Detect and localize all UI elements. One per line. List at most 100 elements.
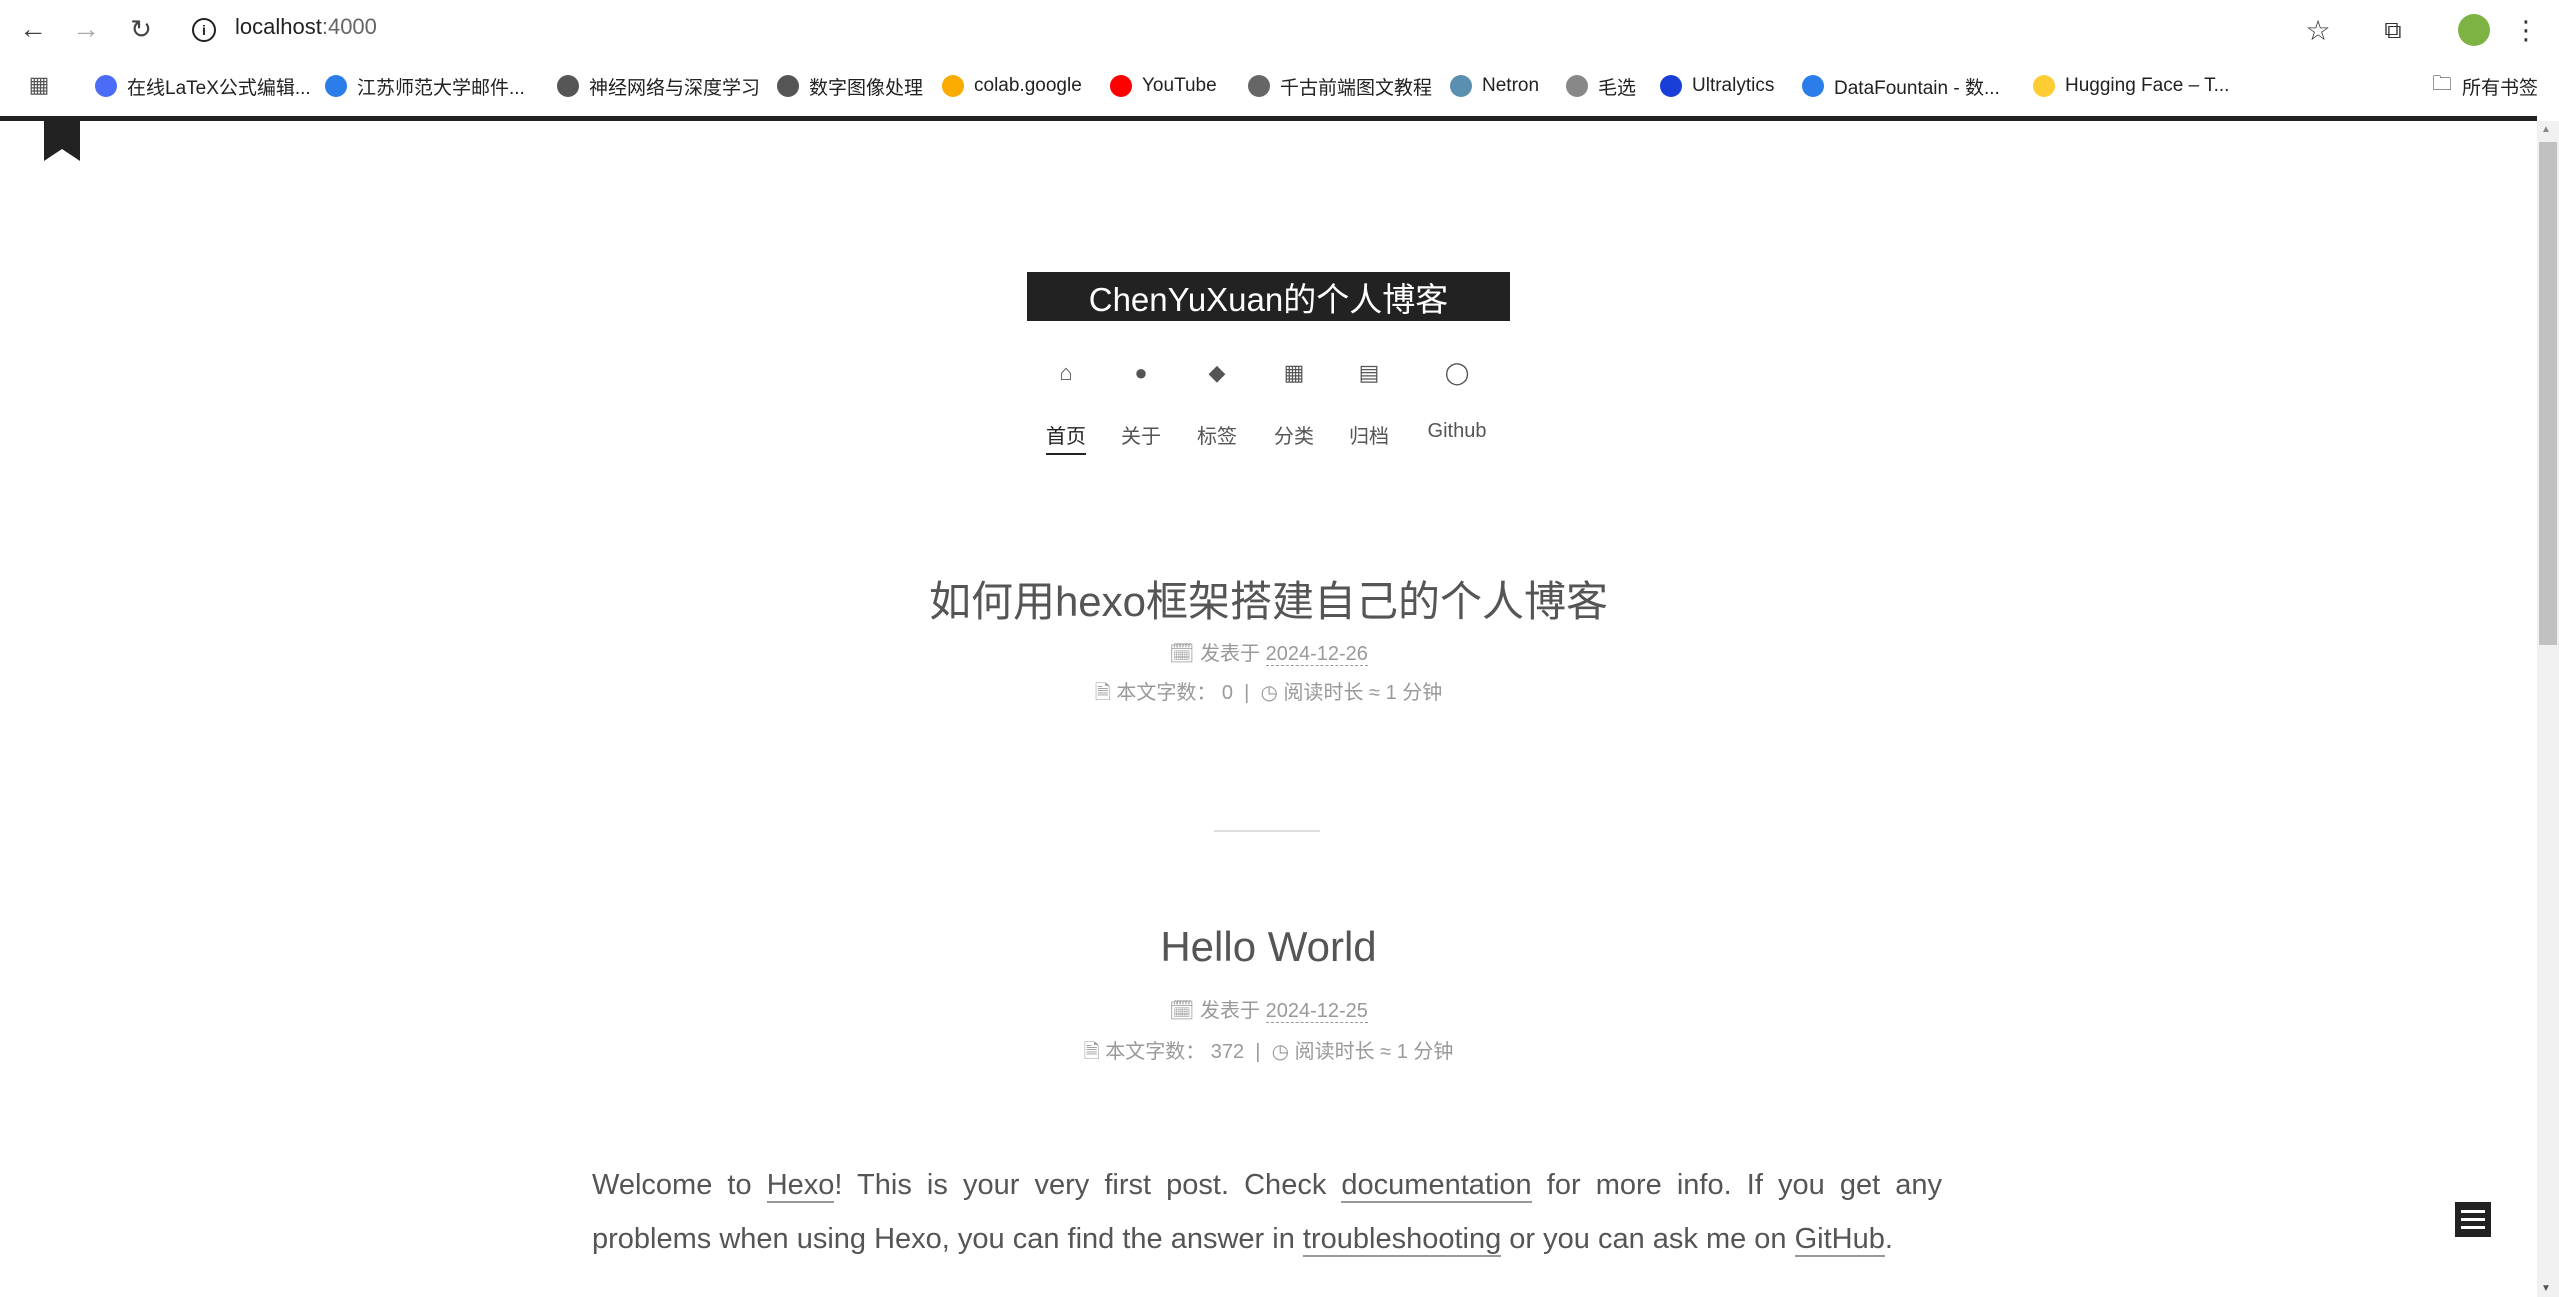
bookmark-item[interactable]: Netron: [1450, 72, 1539, 100]
word-count: 0: [1221, 682, 1234, 704]
bookmark-label: DataFountain - 数...: [1834, 77, 2000, 99]
nav-label: 分类: [1274, 426, 1314, 448]
bookmark-ribbon-icon[interactable]: [44, 121, 80, 161]
calendar-icon: 🗓: [1169, 643, 1195, 665]
scroll-up-icon[interactable]: ▲: [2541, 124, 2551, 135]
bookmark-label: 数字图像处理: [809, 77, 924, 99]
github-link[interactable]: GitHub: [1794, 1223, 1885, 1257]
post-date: 2024-12-25: [1265, 1000, 1368, 1023]
read-time: 1 分钟: [1385, 682, 1443, 704]
profile-avatar[interactable]: [2458, 14, 2490, 46]
browser-chrome: ← → ↻ i localhost:4000 ☆ ⧉ ⋮ ▦ 在线LaTeX公式…: [0, 0, 2559, 117]
extensions-icon[interactable]: ⧉: [2376, 14, 2410, 48]
hexo-link[interactable]: Hexo: [766, 1169, 835, 1203]
favicon-icon: [1566, 75, 1588, 97]
post-meta-date: 🗓 发表于 2024-12-25: [0, 994, 2537, 1023]
post-title[interactable]: Hello World: [0, 923, 2537, 971]
read-time: 1 分钟: [1396, 1041, 1454, 1063]
apps-grid-icon[interactable]: ▦: [26, 72, 52, 98]
post-divider: [1214, 830, 1320, 832]
clock-icon: ◷: [1260, 682, 1278, 704]
bookmark-item[interactable]: YouTube: [1110, 72, 1217, 100]
separator: |: [1244, 682, 1250, 704]
favicon-icon: [1450, 75, 1472, 97]
top-border: [0, 116, 2537, 121]
favicon-icon: [2033, 75, 2055, 97]
read-label: 阅读时长 ≈: [1283, 682, 1381, 704]
bookmark-item[interactable]: 神经网络与深度学习: [557, 72, 760, 100]
nav-label: Github: [1427, 420, 1487, 442]
bookmark-item[interactable]: 在线LaTeX公式编辑...: [95, 72, 311, 100]
nav-label: 关于: [1121, 426, 1161, 448]
post-meta-stats: 🗎 本文字数： 0 | ◷ 阅读时长 ≈ 1 分钟: [0, 676, 2537, 712]
scroll-down-icon[interactable]: ▼: [2541, 1283, 2551, 1294]
bookmark-item[interactable]: Hugging Face – T...: [2033, 72, 2229, 100]
bookmark-label: YouTube: [1142, 75, 1217, 96]
file-word-icon: 🗎: [1083, 1041, 1100, 1063]
bookmark-item[interactable]: Ultralytics: [1660, 72, 1774, 100]
favicon-icon: [1248, 75, 1270, 97]
site-title[interactable]: ChenYuXuan的个人博客: [1027, 272, 1510, 321]
separator: |: [1255, 1041, 1261, 1063]
post-title[interactable]: 如何用hexo框架搭建自己的个人博客: [0, 568, 2537, 629]
favicon-icon: [777, 75, 799, 97]
nav-item-archive[interactable]: ▤ 归档: [1324, 355, 1414, 453]
github-icon: ◯: [1444, 360, 1470, 385]
bookmark-label: 毛选: [1598, 77, 1637, 99]
all-bookmarks-label: 所有书签: [2462, 77, 2539, 99]
favicon-icon: [325, 75, 347, 97]
words-label: 本文字数：: [1105, 1041, 1206, 1063]
bookmark-item[interactable]: 千古前端图文教程: [1248, 72, 1432, 100]
forward-icon[interactable]: →: [66, 9, 106, 49]
file-word-icon: 🗎: [1094, 682, 1111, 704]
post-meta-stats: 🗎 本文字数： 372 | ◷ 阅读时长 ≈ 1 分钟: [0, 1035, 2537, 1071]
calendar-icon: 🗓: [1169, 1000, 1195, 1022]
bookmark-item[interactable]: colab.google: [942, 72, 1082, 100]
url-port: :4000: [321, 14, 377, 39]
all-bookmarks-folder[interactable]: 🗀 所有书签: [2432, 72, 2538, 100]
post-meta-date: 🗓 发表于 2024-12-26: [0, 637, 2537, 666]
bookmark-item[interactable]: 江苏师范大学邮件...: [325, 72, 525, 100]
read-label: 阅读时长 ≈: [1294, 1041, 1392, 1063]
favicon-icon: [942, 75, 964, 97]
nav-item-github[interactable]: ◯ Github: [1412, 355, 1502, 447]
nav-label: 首页: [1046, 420, 1086, 455]
bookmark-label: 神经网络与深度学习: [589, 77, 761, 99]
bookmark-item[interactable]: 数字图像处理: [777, 72, 923, 100]
url-host: localhost: [235, 14, 322, 39]
back-icon[interactable]: ←: [13, 9, 53, 49]
posted-label: 发表于: [1200, 643, 1261, 665]
favicon-icon: [557, 75, 579, 97]
nav-label: 标签: [1197, 426, 1237, 448]
bookmark-label: 在线LaTeX公式编辑...: [127, 77, 311, 99]
word-count: 372: [1210, 1041, 1245, 1063]
documentation-link[interactable]: documentation: [1341, 1169, 1532, 1203]
favicon-icon: [1110, 75, 1132, 97]
archive-icon: ▤: [1358, 360, 1380, 385]
words-label: 本文字数：: [1116, 682, 1217, 704]
text: Welcome to: [592, 1169, 767, 1201]
bookmark-item[interactable]: 毛选: [1566, 72, 1636, 100]
bookmark-label: colab.google: [974, 75, 1082, 96]
text: or you can ask me on: [1501, 1223, 1795, 1255]
bookmark-label: 千古前端图文教程: [1280, 77, 1433, 99]
bookmark-label: Ultralytics: [1692, 75, 1775, 96]
site-info-icon[interactable]: i: [192, 18, 216, 42]
bookmark-label: Hugging Face – T...: [2065, 75, 2230, 96]
more-menu-icon[interactable]: ⋮: [2513, 12, 2539, 48]
folder-icon: 🗀: [2432, 73, 2452, 95]
scrollbar-thumb[interactable]: [2539, 142, 2557, 645]
favicon-icon: [95, 75, 117, 97]
bookmark-item[interactable]: DataFountain - 数...: [1802, 72, 2000, 100]
reload-icon[interactable]: ↻: [121, 9, 161, 49]
favicon-icon: [1802, 75, 1824, 97]
address-bar[interactable]: localhost:4000: [235, 14, 377, 40]
sidebar-toggle-button[interactable]: [2455, 1202, 2491, 1237]
clock-icon: ◷: [1271, 1041, 1290, 1063]
bookmark-label: 江苏师范大学邮件...: [357, 77, 525, 99]
troubleshooting-link[interactable]: troubleshooting: [1302, 1223, 1502, 1257]
nav-label: 归档: [1349, 426, 1389, 448]
text: .: [1884, 1223, 1893, 1255]
text: ! This is your very first post. Check: [834, 1169, 1342, 1201]
bookmark-star-icon[interactable]: ☆: [2300, 12, 2336, 48]
